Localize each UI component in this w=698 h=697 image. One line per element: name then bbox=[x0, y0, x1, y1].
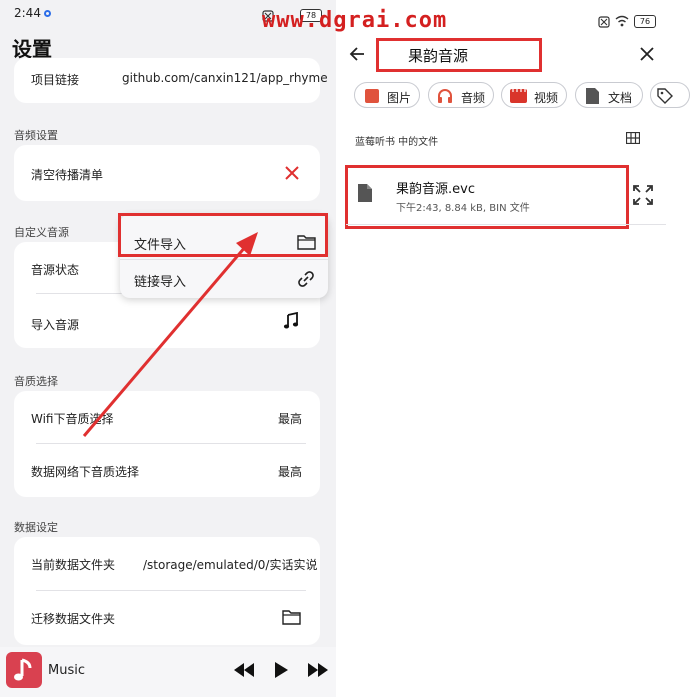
watermark: www.dgrai.com bbox=[262, 8, 448, 33]
arrow-annotation-icon bbox=[82, 232, 258, 437]
